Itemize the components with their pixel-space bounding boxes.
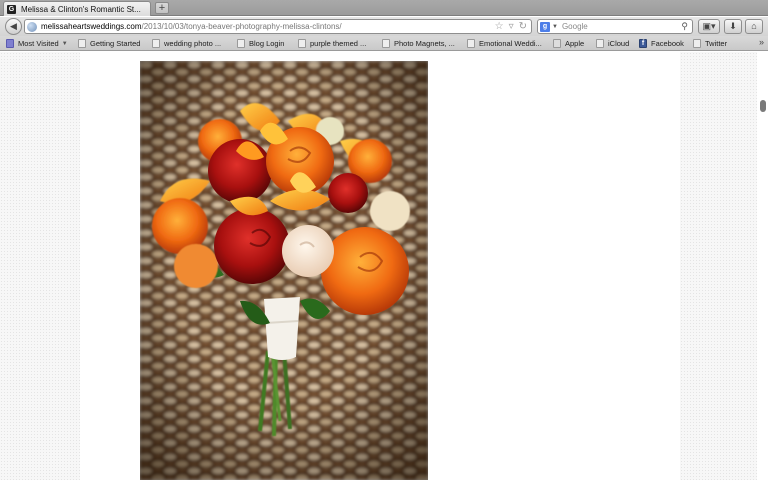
reload-icon[interactable]: ↻ (519, 21, 527, 33)
bookmark-label: Most Visited (18, 39, 59, 48)
bookmark-photo-magnets[interactable]: Photo Magnets, ... (382, 38, 455, 49)
bookmark-label: iCloud (608, 39, 630, 48)
url-path: /2013/10/03/tonya-beaver-photography-mel… (141, 22, 342, 31)
page-icon (596, 39, 604, 48)
apple-icon (553, 39, 561, 48)
bookmark-icloud[interactable]: iCloud (596, 38, 629, 49)
bookmark-label: Emotional Weddi... (479, 39, 542, 48)
bookmark-purple-themed[interactable]: purple themed ... (298, 38, 366, 49)
magnifier-icon[interactable]: ⚲ (681, 21, 688, 32)
bookmark-label: Blog Login (249, 39, 285, 48)
bookmark-label: Facebook (651, 39, 684, 48)
tab-title: Melissa & Clinton's Romantic St... (21, 4, 141, 14)
panorama-button[interactable]: ▣▾ (698, 19, 720, 34)
tab-strip: G Melissa & Clinton's Romantic St... + (0, 0, 768, 16)
scrollbar-thumb[interactable] (760, 100, 766, 112)
facebook-icon: f (639, 39, 647, 48)
new-tab-button[interactable]: + (155, 2, 169, 14)
bookmark-wedding-photo[interactable]: wedding photo ... (152, 38, 221, 49)
address-bar[interactable]: melissaheartsweddings.com/2013/10/03/ton… (24, 19, 532, 34)
site-identity-icon[interactable] (27, 21, 37, 32)
most-visited-icon (6, 39, 14, 48)
bookmark-blog-login[interactable]: Blog Login (237, 38, 284, 49)
bookmark-emotional-wedding[interactable]: Emotional Weddi... (467, 38, 542, 49)
page-viewport (0, 52, 768, 480)
home-button[interactable]: ⌂ (745, 19, 763, 34)
bookmarks-bar: Most Visited ▼ Getting Started wedding p… (0, 36, 768, 51)
url-bar-icons: ☆ ▿ ↻ (495, 21, 527, 33)
page-icon (298, 39, 306, 48)
page-icon (152, 39, 160, 48)
page-icon (237, 39, 245, 48)
tab-active[interactable]: G Melissa & Clinton's Romantic St... (3, 1, 151, 16)
bookmark-most-visited[interactable]: Most Visited ▼ (6, 38, 68, 49)
bookmark-label: wedding photo ... (164, 39, 222, 48)
bookmark-star-icon[interactable]: ☆ (495, 21, 504, 33)
chevron-down-icon[interactable]: ▼ (552, 24, 558, 30)
search-engine-icon[interactable]: g (540, 21, 550, 32)
search-input[interactable]: Google (562, 22, 588, 31)
bookmark-label: purple themed ... (310, 39, 367, 48)
bookmark-label: Photo Magnets, ... (394, 39, 455, 48)
page-icon (467, 39, 475, 48)
url-text[interactable]: melissaheartsweddings.com/2013/10/03/ton… (41, 22, 342, 31)
back-button[interactable]: ◀ (5, 18, 22, 35)
bookmarks-overflow-button[interactable]: » (759, 37, 764, 47)
search-box[interactable]: g ▼ Google ⚲ (537, 19, 693, 34)
bookmark-label: Twitter (705, 39, 728, 48)
bookmark-apple[interactable]: Apple (553, 38, 584, 49)
page-icon (78, 39, 86, 48)
bouquet-photo[interactable] (140, 61, 428, 480)
navigation-bar: ◀ melissaheartsweddings.com/2013/10/03/t… (0, 17, 768, 36)
background-pattern (0, 52, 80, 480)
bookmark-facebook[interactable]: f Facebook (639, 38, 684, 49)
bouquet-illustration (140, 61, 428, 480)
url-dropdown-icon[interactable]: ▿ (509, 21, 514, 33)
scrollbar-track[interactable] (757, 52, 768, 480)
site-favicon-icon: G (7, 4, 16, 14)
url-host: melissaheartsweddings.com (41, 22, 142, 31)
bookmark-label: Apple (565, 39, 585, 48)
downloads-button[interactable]: ⬇ (724, 19, 742, 34)
bookmark-label: Getting Started (90, 39, 141, 48)
page-icon (382, 39, 390, 48)
chevron-down-icon: ▼ (61, 40, 68, 47)
background-pattern (680, 52, 760, 480)
bookmark-getting-started[interactable]: Getting Started (78, 38, 140, 49)
page-icon (693, 39, 701, 48)
bookmark-twitter[interactable]: Twitter (693, 38, 727, 49)
